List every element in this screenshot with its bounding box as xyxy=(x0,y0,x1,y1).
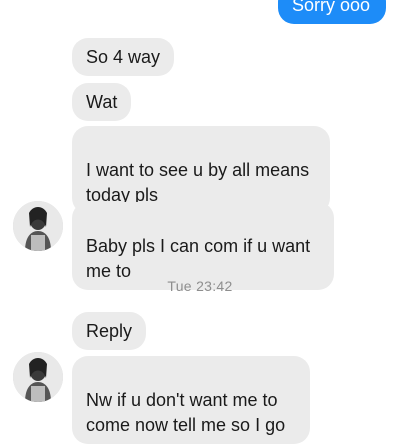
outgoing-message[interactable]: Sorry ooo xyxy=(277,0,386,24)
incoming-message[interactable]: Nw if u don't want me to come now tell m… xyxy=(72,356,310,444)
message-text: So 4 way xyxy=(86,47,161,67)
message-timestamp: Tue 23:42 xyxy=(167,278,233,294)
incoming-message[interactable]: So 4 way xyxy=(72,38,175,76)
contact-avatar[interactable] xyxy=(13,201,63,251)
contact-avatar[interactable] xyxy=(13,352,63,402)
message-text: Baby pls I can com if u want me to xyxy=(86,236,311,281)
contact-profile-photo-icon xyxy=(13,352,63,402)
incoming-message[interactable]: Wat xyxy=(72,83,132,121)
message-text: I want to see u by all means today pls xyxy=(86,160,310,205)
message-text: Sorry ooo xyxy=(291,0,370,15)
message-text: Nw if u don't want me to come now tell m… xyxy=(86,390,286,435)
contact-profile-photo-icon xyxy=(13,201,63,251)
incoming-message[interactable]: I want to see u by all means today pls xyxy=(72,126,330,214)
incoming-message[interactable]: Reply xyxy=(72,312,147,350)
incoming-message[interactable]: Baby pls I can com if u want me to xyxy=(72,202,334,290)
message-text: Reply xyxy=(86,321,133,341)
message-text: Wat xyxy=(86,92,118,112)
